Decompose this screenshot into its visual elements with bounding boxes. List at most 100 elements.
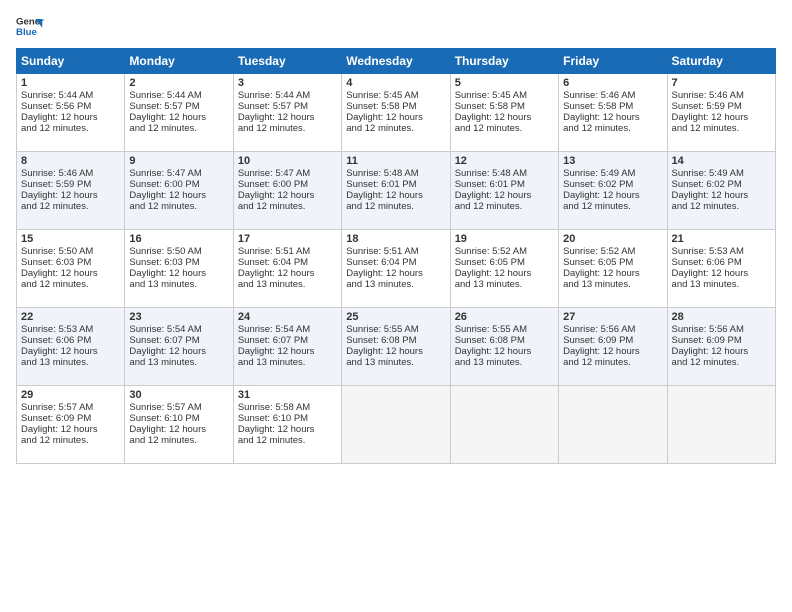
day-info: and 12 minutes. <box>21 279 120 290</box>
day-info: and 12 minutes. <box>21 201 120 212</box>
day-info: and 12 minutes. <box>129 435 228 446</box>
day-number: 24 <box>238 311 337 323</box>
day-cell: 30Sunrise: 5:57 AMSunset: 6:10 PMDayligh… <box>125 386 233 464</box>
header-tuesday: Tuesday <box>233 49 341 74</box>
week-row-5: 29Sunrise: 5:57 AMSunset: 6:09 PMDayligh… <box>17 386 776 464</box>
day-info: Sunrise: 5:54 AM <box>129 324 228 335</box>
day-number: 31 <box>238 389 337 401</box>
day-cell <box>342 386 450 464</box>
day-number: 9 <box>129 155 228 167</box>
day-number: 1 <box>21 77 120 89</box>
day-cell: 29Sunrise: 5:57 AMSunset: 6:09 PMDayligh… <box>17 386 125 464</box>
day-info: Daylight: 12 hours <box>563 190 662 201</box>
day-cell: 15Sunrise: 5:50 AMSunset: 6:03 PMDayligh… <box>17 230 125 308</box>
day-info: Sunrise: 5:45 AM <box>346 90 445 101</box>
day-info: and 12 minutes. <box>238 201 337 212</box>
day-info: Sunrise: 5:49 AM <box>563 168 662 179</box>
day-cell: 1Sunrise: 5:44 AMSunset: 5:56 PMDaylight… <box>17 74 125 152</box>
day-number: 2 <box>129 77 228 89</box>
day-info: and 13 minutes. <box>346 357 445 368</box>
day-cell: 27Sunrise: 5:56 AMSunset: 6:09 PMDayligh… <box>559 308 667 386</box>
day-number: 25 <box>346 311 445 323</box>
day-cell: 24Sunrise: 5:54 AMSunset: 6:07 PMDayligh… <box>233 308 341 386</box>
day-info: Sunrise: 5:47 AM <box>129 168 228 179</box>
day-info: Sunset: 6:03 PM <box>21 257 120 268</box>
day-info: and 12 minutes. <box>563 357 662 368</box>
day-info: and 12 minutes. <box>672 357 771 368</box>
day-number: 20 <box>563 233 662 245</box>
day-info: Daylight: 12 hours <box>563 346 662 357</box>
logo-icon: General Blue <box>16 12 44 40</box>
day-info: Sunrise: 5:55 AM <box>346 324 445 335</box>
day-number: 6 <box>563 77 662 89</box>
day-info: Sunrise: 5:45 AM <box>455 90 554 101</box>
day-info: Sunrise: 5:44 AM <box>129 90 228 101</box>
day-info: Sunrise: 5:56 AM <box>563 324 662 335</box>
day-number: 14 <box>672 155 771 167</box>
day-number: 17 <box>238 233 337 245</box>
day-info: and 13 minutes. <box>563 279 662 290</box>
day-info: and 12 minutes. <box>238 123 337 134</box>
day-info: Sunrise: 5:54 AM <box>238 324 337 335</box>
day-info: Sunrise: 5:56 AM <box>672 324 771 335</box>
day-number: 7 <box>672 77 771 89</box>
day-info: and 13 minutes. <box>21 357 120 368</box>
day-info: and 13 minutes. <box>455 357 554 368</box>
day-info: and 12 minutes. <box>672 201 771 212</box>
day-info: Sunset: 6:10 PM <box>129 413 228 424</box>
day-info: Daylight: 12 hours <box>238 424 337 435</box>
day-info: Daylight: 12 hours <box>129 268 228 279</box>
day-cell: 16Sunrise: 5:50 AMSunset: 6:03 PMDayligh… <box>125 230 233 308</box>
day-info: Sunrise: 5:51 AM <box>238 246 337 257</box>
day-info: and 13 minutes. <box>129 357 228 368</box>
day-info: and 13 minutes. <box>129 279 228 290</box>
calendar-page: General Blue SundayMondayTuesdayWednesda… <box>0 0 792 612</box>
day-number: 5 <box>455 77 554 89</box>
day-cell: 23Sunrise: 5:54 AMSunset: 6:07 PMDayligh… <box>125 308 233 386</box>
day-info: Daylight: 12 hours <box>238 268 337 279</box>
header-sunday: Sunday <box>17 49 125 74</box>
day-info: Sunrise: 5:44 AM <box>238 90 337 101</box>
header-friday: Friday <box>559 49 667 74</box>
day-number: 8 <box>21 155 120 167</box>
day-info: Sunrise: 5:52 AM <box>563 246 662 257</box>
day-info: Daylight: 12 hours <box>672 268 771 279</box>
day-cell: 11Sunrise: 5:48 AMSunset: 6:01 PMDayligh… <box>342 152 450 230</box>
day-number: 11 <box>346 155 445 167</box>
day-cell: 17Sunrise: 5:51 AMSunset: 6:04 PMDayligh… <box>233 230 341 308</box>
header-thursday: Thursday <box>450 49 558 74</box>
week-row-3: 15Sunrise: 5:50 AMSunset: 6:03 PMDayligh… <box>17 230 776 308</box>
day-cell: 8Sunrise: 5:46 AMSunset: 5:59 PMDaylight… <box>17 152 125 230</box>
day-cell: 14Sunrise: 5:49 AMSunset: 6:02 PMDayligh… <box>667 152 775 230</box>
day-info: Sunset: 5:57 PM <box>129 101 228 112</box>
day-number: 12 <box>455 155 554 167</box>
day-info: Daylight: 12 hours <box>238 190 337 201</box>
day-info: and 13 minutes. <box>238 279 337 290</box>
day-info: Sunset: 5:58 PM <box>563 101 662 112</box>
day-info: Sunrise: 5:52 AM <box>455 246 554 257</box>
day-info: and 12 minutes. <box>672 123 771 134</box>
day-info: Daylight: 12 hours <box>346 268 445 279</box>
day-info: Daylight: 12 hours <box>129 346 228 357</box>
day-info: and 12 minutes. <box>21 435 120 446</box>
day-info: Sunset: 6:08 PM <box>455 335 554 346</box>
day-cell: 25Sunrise: 5:55 AMSunset: 6:08 PMDayligh… <box>342 308 450 386</box>
day-info: Sunset: 6:02 PM <box>672 179 771 190</box>
day-info: Sunrise: 5:57 AM <box>129 402 228 413</box>
day-info: Sunrise: 5:47 AM <box>238 168 337 179</box>
day-info: Sunset: 6:10 PM <box>238 413 337 424</box>
day-cell: 26Sunrise: 5:55 AMSunset: 6:08 PMDayligh… <box>450 308 558 386</box>
day-info: and 12 minutes. <box>563 201 662 212</box>
day-info: and 13 minutes. <box>455 279 554 290</box>
week-row-4: 22Sunrise: 5:53 AMSunset: 6:06 PMDayligh… <box>17 308 776 386</box>
day-number: 23 <box>129 311 228 323</box>
week-row-2: 8Sunrise: 5:46 AMSunset: 5:59 PMDaylight… <box>17 152 776 230</box>
day-cell: 21Sunrise: 5:53 AMSunset: 6:06 PMDayligh… <box>667 230 775 308</box>
day-info: Sunset: 6:03 PM <box>129 257 228 268</box>
day-info: Daylight: 12 hours <box>563 112 662 123</box>
day-cell: 10Sunrise: 5:47 AMSunset: 6:00 PMDayligh… <box>233 152 341 230</box>
day-info: Daylight: 12 hours <box>238 112 337 123</box>
day-number: 27 <box>563 311 662 323</box>
day-info: Sunset: 6:00 PM <box>238 179 337 190</box>
day-info: Sunrise: 5:55 AM <box>455 324 554 335</box>
